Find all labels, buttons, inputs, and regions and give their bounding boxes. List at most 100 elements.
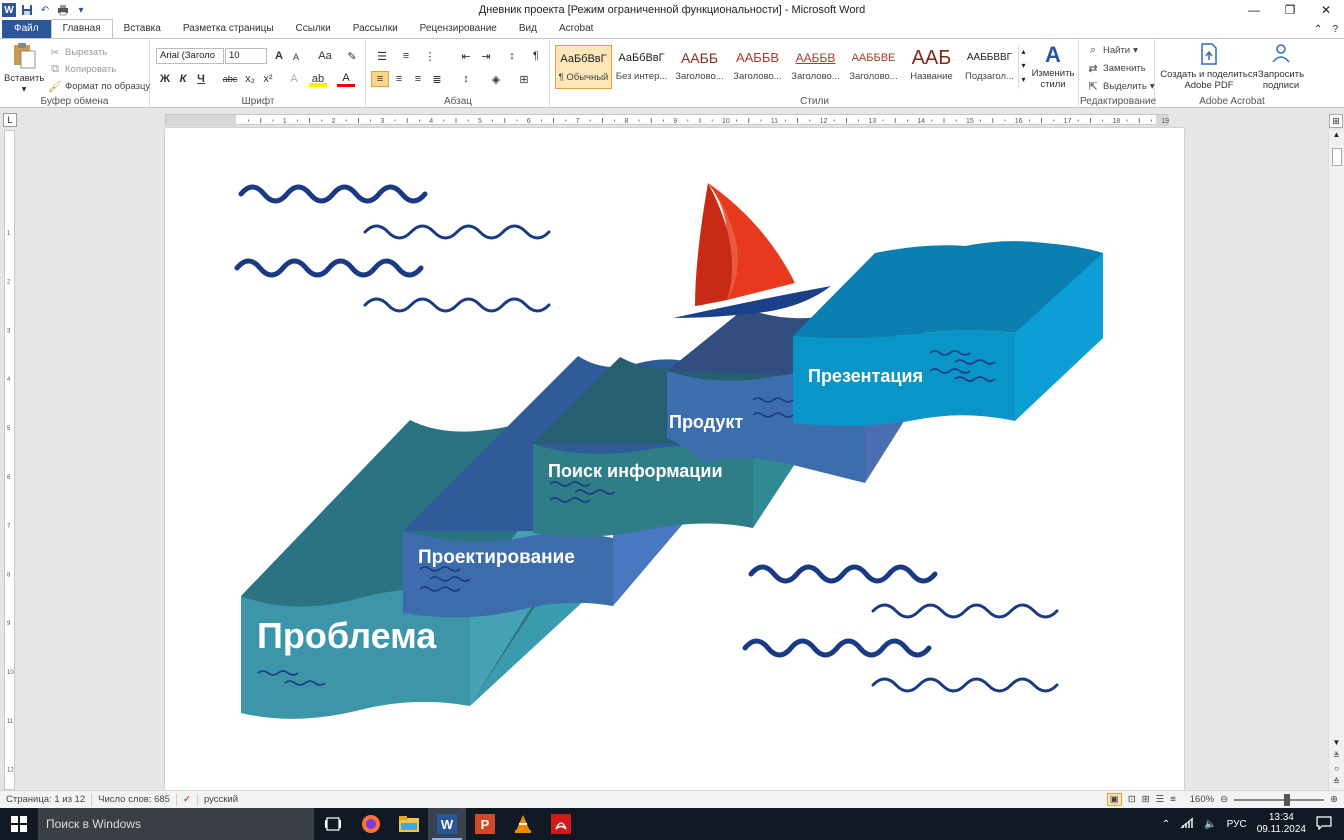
text-effects-button[interactable]: A: [285, 71, 303, 87]
powerpoint-icon[interactable]: P: [466, 808, 504, 840]
strikethrough-button[interactable]: abc: [219, 71, 241, 87]
system-clock[interactable]: 13:34 09.11.2024: [1257, 812, 1306, 836]
full-screen-view-icon[interactable]: ⊡: [1128, 794, 1136, 805]
input-language[interactable]: РУС: [1227, 819, 1247, 830]
style-heading-3[interactable]: ААББВ Заголово...: [787, 45, 844, 89]
find-button[interactable]: ⌕ Найти ▾: [1086, 43, 1138, 57]
horizontal-ruler[interactable]: 1 2 3 4 5 6 7 8 9 10 11 12 13 14 15 16 17 18 19: [165, 114, 1201, 126]
style-normal[interactable]: АаБбВвГ ¶ Обычный: [555, 45, 612, 89]
tab-file[interactable]: Файл: [2, 20, 51, 38]
file-explorer-icon[interactable]: [390, 808, 428, 840]
tab-references[interactable]: Ссылки: [285, 20, 342, 38]
align-center-icon[interactable]: ≡: [390, 71, 408, 87]
line-spacing-icon[interactable]: ↕: [457, 71, 475, 87]
tab-review[interactable]: Рецензирование: [409, 20, 508, 38]
save-icon[interactable]: [20, 3, 34, 17]
subscript-button[interactable]: x₂: [241, 71, 259, 87]
font-size-combo[interactable]: 10: [225, 48, 267, 64]
scroll-thumb[interactable]: [1332, 148, 1342, 166]
network-icon[interactable]: [1180, 817, 1194, 832]
justify-icon[interactable]: ≣: [428, 71, 446, 87]
bullets-icon[interactable]: ☰: [373, 48, 391, 64]
decrease-indent-icon[interactable]: ⇤: [457, 48, 475, 64]
paste-dropdown-icon[interactable]: ▾: [4, 84, 44, 95]
style-subtitle[interactable]: ААББВВГ Подзагол...: [961, 45, 1018, 89]
browse-nav-icon[interactable]: ▼ ≚ ○ ≙: [1329, 736, 1344, 788]
change-case-button[interactable]: Aa: [313, 48, 337, 64]
tab-page-layout[interactable]: Разметка страницы: [172, 20, 285, 38]
page-count[interactable]: Страница: 1 из 12: [0, 793, 93, 806]
increase-indent-icon[interactable]: ⇥: [477, 48, 495, 64]
taskbar-search-box[interactable]: Поиск в Windows: [38, 808, 314, 840]
show-hidden-icons[interactable]: ⌃: [1162, 819, 1170, 830]
tab-insert[interactable]: Вставка: [113, 20, 172, 38]
zoom-out-icon[interactable]: ⊖: [1220, 794, 1228, 805]
print-preview-icon[interactable]: [56, 3, 70, 17]
style-heading-1[interactable]: ААББ Заголово...: [671, 45, 728, 89]
vertical-ruler[interactable]: 1 2 3 4 5 6 7 8 9 10 11 12: [4, 130, 15, 790]
highlight-button[interactable]: ab: [309, 71, 327, 87]
style-heading-4[interactable]: ААББВЕ Заголово...: [845, 45, 902, 89]
replace-button[interactable]: ⇄ Заменить: [1086, 61, 1145, 75]
minimize-button[interactable]: —: [1236, 0, 1272, 20]
tab-selector[interactable]: L: [3, 113, 17, 127]
styles-scroll[interactable]: ▴ ▾ ▾: [1018, 45, 1028, 89]
italic-button[interactable]: К: [174, 71, 192, 87]
acrobat-reader-icon[interactable]: [542, 808, 580, 840]
paste-button[interactable]: Вставить ▾: [4, 42, 44, 95]
word-app-icon[interactable]: W: [2, 3, 16, 17]
print-layout-view-icon[interactable]: ▣: [1106, 793, 1122, 806]
style-no-spacing[interactable]: АаБбВвГ Без интер...: [613, 45, 670, 89]
change-styles-button[interactable]: A Изменить стили: [1029, 42, 1077, 90]
notifications-icon[interactable]: [1316, 815, 1332, 833]
view-ruler-icon[interactable]: ⊞: [1329, 114, 1343, 128]
create-pdf-button[interactable]: Создать и поделиться Adobe PDF: [1160, 42, 1258, 91]
word-count[interactable]: Число слов: 685: [92, 793, 177, 806]
show-marks-button[interactable]: ¶: [527, 48, 545, 64]
zoom-in-icon[interactable]: ⊕: [1330, 794, 1338, 805]
font-name-combo[interactable]: Arial (Заголо: [156, 48, 224, 64]
word-taskbar-icon[interactable]: W: [428, 808, 466, 840]
start-button[interactable]: [0, 808, 38, 840]
align-left-icon[interactable]: ≡: [371, 71, 389, 87]
scroll-up-icon[interactable]: ▲: [1329, 130, 1344, 139]
font-color-button[interactable]: A: [337, 71, 355, 87]
style-title[interactable]: ААБ Название: [903, 45, 960, 89]
clear-formatting-button[interactable]: ✎: [343, 48, 361, 64]
cut-button[interactable]: ✂ Вырезать: [48, 45, 107, 59]
shrink-font-button[interactable]: A: [287, 49, 305, 65]
copy-button[interactable]: ⧉ Копировать: [48, 62, 116, 76]
tab-mailings[interactable]: Рассылки: [342, 20, 409, 38]
task-view-icon[interactable]: [314, 808, 352, 840]
numbering-icon[interactable]: ≡: [397, 48, 415, 64]
draft-view-icon[interactable]: ≡: [1170, 794, 1176, 805]
style-heading-2[interactable]: ААББВ Заголово...: [729, 45, 786, 89]
vlc-icon[interactable]: [504, 808, 542, 840]
zoom-level[interactable]: 160%: [1190, 794, 1214, 805]
firefox-icon[interactable]: [352, 808, 390, 840]
language-indicator[interactable]: русский: [198, 794, 244, 806]
vertical-scrollbar[interactable]: ▲ ▼ ≚ ○ ≙: [1328, 130, 1344, 790]
select-button[interactable]: ⇱ Выделить ▾: [1086, 79, 1154, 93]
tab-home[interactable]: Главная: [50, 19, 113, 38]
help-icon[interactable]: ?: [1332, 24, 1338, 35]
collapse-ribbon-icon[interactable]: ⌃: [1314, 24, 1322, 35]
volume-icon[interactable]: 🔈: [1204, 819, 1216, 830]
zoom-slider-knob[interactable]: [1284, 793, 1291, 806]
sort-icon[interactable]: ↕: [503, 48, 521, 64]
restore-button[interactable]: ❐: [1272, 0, 1308, 20]
superscript-button[interactable]: x²: [259, 71, 277, 87]
close-button[interactable]: ✕: [1308, 0, 1344, 20]
request-sign-button[interactable]: Запросить подписи: [1256, 42, 1306, 91]
tab-view[interactable]: Вид: [508, 20, 548, 38]
shading-icon[interactable]: ◈: [487, 71, 505, 87]
zoom-slider[interactable]: [1234, 793, 1325, 806]
document-page[interactable]: Проблема Проектирование Поиск информации…: [165, 128, 1184, 790]
tab-acrobat[interactable]: Acrobat: [548, 20, 604, 38]
bold-button[interactable]: Ж: [156, 71, 174, 87]
borders-icon[interactable]: ⊞: [515, 71, 533, 87]
web-layout-view-icon[interactable]: ⊞: [1142, 794, 1150, 805]
undo-icon[interactable]: ↶: [38, 3, 52, 17]
format-painter-button[interactable]: 🖌 Формат по образцу: [48, 79, 150, 93]
align-right-icon[interactable]: ≡: [409, 71, 427, 87]
